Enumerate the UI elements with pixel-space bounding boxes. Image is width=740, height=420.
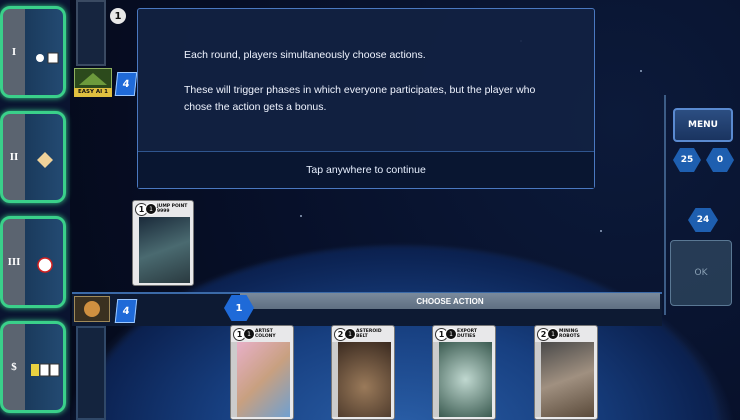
- action-roman: I: [11, 46, 17, 58]
- trade-icon: [31, 362, 61, 381]
- diamond-icon: [37, 152, 53, 172]
- opponent-tableau-slot: [76, 0, 106, 66]
- explore-icon: [33, 49, 61, 68]
- ok-button[interactable]: OK: [670, 240, 732, 306]
- card-title: ASTEROID BELT: [356, 329, 382, 339]
- action-develop[interactable]: II: [0, 111, 66, 203]
- star: [300, 215, 302, 217]
- opponent-deck-count: 4: [114, 72, 138, 96]
- opponent-badge: 1: [110, 8, 126, 24]
- tutorial-dialog[interactable]: Each round, players simultaneously choos…: [137, 8, 595, 189]
- card-art: [139, 217, 190, 283]
- card-art: [439, 342, 492, 417]
- circle-icon: [37, 257, 53, 277]
- card-art: [338, 342, 391, 417]
- player-tableau-slot: [76, 326, 106, 420]
- action-roman: III: [7, 256, 21, 268]
- choose-action-label: CHOOSE ACTION: [240, 293, 660, 309]
- star: [600, 230, 602, 232]
- tableau-card[interactable]: 1 1 JUMP POINT 9999: [132, 200, 194, 286]
- star: [640, 70, 642, 72]
- opponent-name: EASY AI 1: [74, 88, 112, 97]
- card-vp: 1: [145, 203, 157, 215]
- card-art: [237, 342, 290, 417]
- hand-card[interactable]: 2 1 ASTEROID BELT: [331, 325, 395, 420]
- card-art: [541, 342, 594, 417]
- card-vp: 1: [344, 328, 356, 340]
- card-vp: 1: [547, 328, 559, 340]
- action-roman: $: [11, 361, 17, 373]
- menu-button[interactable]: MENU: [673, 108, 733, 142]
- action-roman: II: [9, 151, 19, 163]
- hand-card[interactable]: 1 1 EXPORT DUTIES: [432, 325, 496, 420]
- card-title: EXPORT DUTIES: [457, 329, 477, 339]
- hand-card[interactable]: 2 1 MINING ROBOTS: [534, 325, 598, 420]
- player-deck-count: 4: [114, 299, 138, 323]
- dialog-line-1: Each round, players simultaneously choos…: [184, 49, 426, 61]
- player-avatar[interactable]: [74, 296, 110, 322]
- card-title: JUMP POINT 9999: [157, 204, 188, 214]
- action-settle[interactable]: III: [0, 216, 66, 308]
- card-vp: 1: [445, 328, 457, 340]
- card-title: ARTIST COLONY: [255, 329, 276, 339]
- card-title: MINING ROBOTS: [559, 329, 580, 339]
- continue-button[interactable]: Tap anywhere to continue: [138, 151, 594, 188]
- action-explore[interactable]: I: [0, 6, 66, 98]
- dialog-line-2: These will trigger phases in which every…: [184, 84, 536, 113]
- hand-card[interactable]: 1 1 ARTIST COLONY: [230, 325, 294, 420]
- action-trade[interactable]: $: [0, 321, 66, 413]
- card-vp: 1: [243, 328, 255, 340]
